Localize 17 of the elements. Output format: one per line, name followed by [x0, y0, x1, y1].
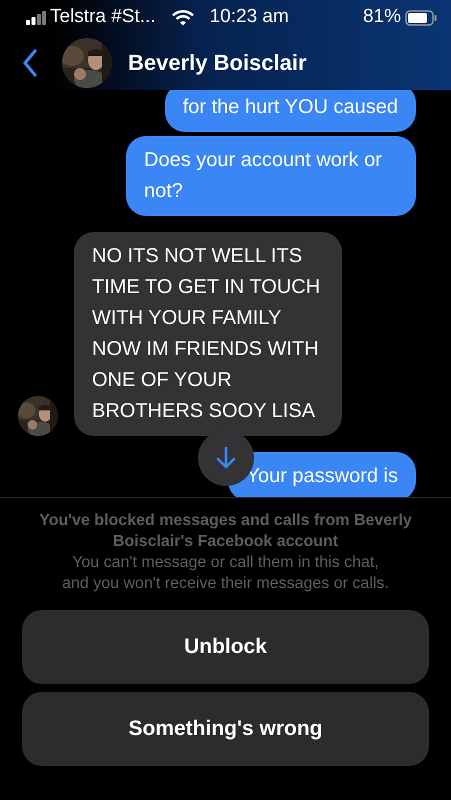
unblock-button[interactable]: Unblock	[22, 610, 429, 684]
contact-name: Beverly Boisclair	[128, 49, 307, 77]
wifi-icon	[172, 10, 194, 26]
back-icon[interactable]	[22, 48, 38, 76]
status-time: 10:23 am	[210, 5, 289, 30]
message-bubble: Your password is	[228, 452, 416, 497]
down-arrow-icon	[216, 446, 236, 468]
signal-icon	[26, 10, 46, 24]
report-button[interactable]: Something's wrong	[22, 692, 429, 766]
battery-percent: 81%	[362, 5, 401, 30]
battery-icon	[405, 10, 437, 26]
carrier-name: Telstra #St...	[50, 5, 156, 30]
blocked-notice-title: You've blocked messages and calls from Beverly Boisclair's Facebook account	[38, 511, 413, 552]
message-bubble: NO ITS NOT WELL ITS TIME TO GET IN TOUCH WITH YOUR FAMILY NOW IM FRIENDS WITH ONE OF YOUR BROTHERS SOOY LISA	[74, 232, 342, 436]
message-bubble: for the hurt YOU caused	[164, 90, 416, 132]
message-bubble: Does your account work or not?	[126, 136, 416, 216]
blocked-notice-text: You can't message or call them in this chat, and you won't receive their messages or calls.	[61, 553, 390, 594]
